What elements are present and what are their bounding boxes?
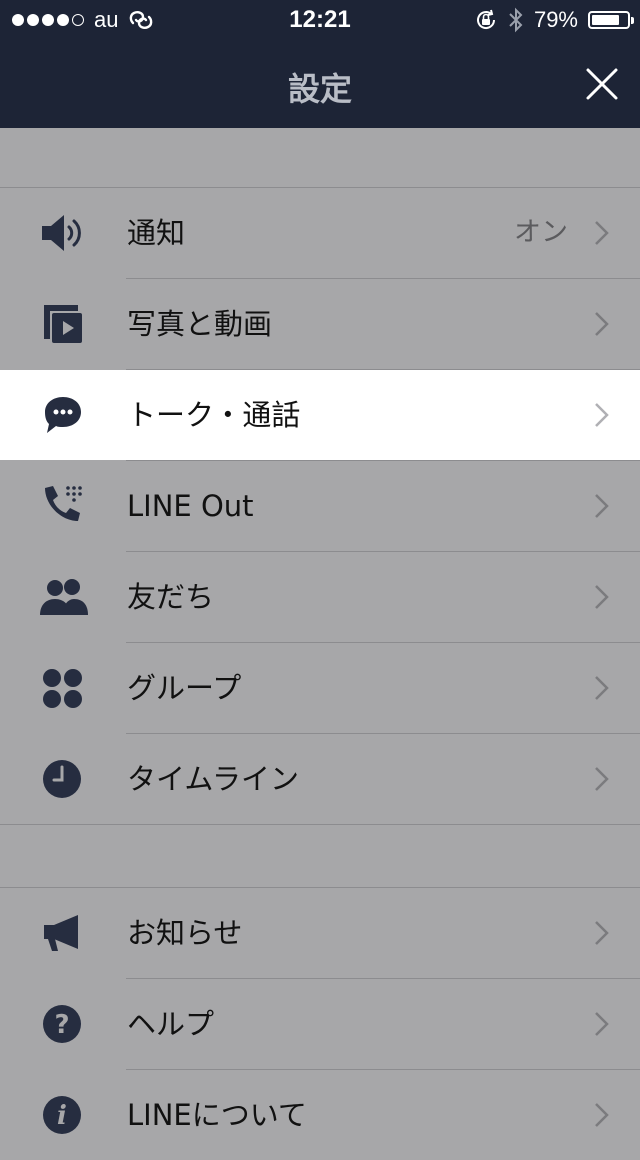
status-right: 79% — [474, 6, 634, 34]
chevron-right-icon — [595, 921, 609, 945]
settings-item-label: トーク・通話 — [127, 398, 301, 432]
svg-text:?: ? — [54, 1010, 69, 1040]
settings-section-1: 通知 オン 写真と動画 トーク・通話 LINE Out 友だち グループ タイム… — [0, 187, 640, 825]
settings-item-notifications[interactable]: 通知 オン — [0, 188, 640, 278]
settings-item-timeline[interactable]: タイムライン — [0, 734, 640, 824]
chevron-right-icon — [595, 676, 609, 700]
battery-icon — [588, 11, 634, 29]
chevron-right-icon — [595, 1103, 609, 1127]
settings-item-groups[interactable]: グループ — [0, 643, 640, 733]
close-icon[interactable] — [584, 66, 620, 102]
settings-item-label: グループ — [127, 671, 242, 705]
chat-bubble-icon — [45, 397, 81, 433]
phone-icon — [45, 486, 82, 521]
info-icon: i — [43, 1096, 81, 1134]
battery-percent: 79% — [533, 7, 578, 32]
rotation-lock-icon — [476, 9, 495, 29]
page-title: 設定 — [287, 70, 352, 108]
chevron-right-icon — [595, 1012, 609, 1036]
settings-item-photos-videos[interactable]: 写真と動画 — [0, 279, 640, 369]
settings-item-label: お知らせ — [127, 916, 243, 950]
chevron-right-icon — [595, 585, 609, 609]
help-icon: ? — [43, 1005, 81, 1043]
photo-video-icon — [44, 305, 82, 343]
settings-item-label: LINEについて — [127, 1098, 307, 1132]
megaphone-icon — [44, 915, 78, 951]
settings-item-friends[interactable]: 友だち — [0, 552, 640, 642]
settings-item-line-out[interactable]: LINE Out — [0, 461, 640, 551]
speaker-icon — [42, 215, 81, 251]
settings-item-label: タイムライン — [127, 762, 299, 796]
status-bar: au 12:21 79% — [0, 0, 640, 40]
settings-item-value: オン — [514, 217, 568, 248]
bluetooth-icon — [509, 7, 523, 33]
svg-text:i: i — [57, 1101, 67, 1131]
settings-item-label: ヘルプ — [127, 1007, 215, 1041]
chevron-right-icon — [595, 312, 609, 336]
friends-icon — [40, 579, 88, 615]
chevron-right-icon — [595, 403, 609, 427]
settings-item-about-line[interactable]: i LINEについて — [0, 1070, 640, 1160]
settings-item-label: 写真と動画 — [127, 307, 273, 341]
settings-section-2: お知らせ ? ヘルプ i LINEについて — [0, 887, 640, 1160]
settings-item-label: 友だち — [127, 580, 215, 614]
settings-item-announcements[interactable]: お知らせ — [0, 888, 640, 978]
settings-item-chats-calls[interactable]: トーク・通話 — [0, 370, 640, 460]
settings-item-label: LINE Out — [127, 489, 254, 523]
nav-bar: 設定 — [0, 40, 640, 128]
chevron-right-icon — [595, 221, 609, 245]
clock-icon — [43, 760, 81, 798]
group-icon — [43, 669, 82, 708]
chevron-right-icon — [595, 767, 609, 791]
settings-item-label: 通知 — [127, 216, 186, 250]
settings-item-help[interactable]: ? ヘルプ — [0, 979, 640, 1069]
chevron-right-icon — [595, 494, 609, 518]
